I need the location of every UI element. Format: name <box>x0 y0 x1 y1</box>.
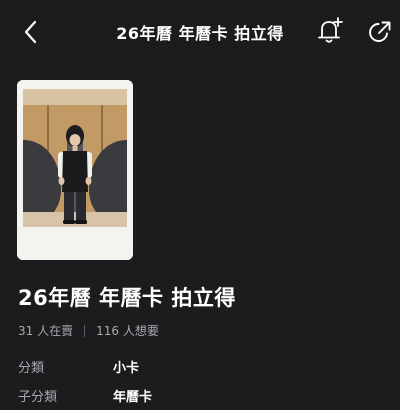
market-stats: 31 人在賣 116 人想要 <box>18 322 159 339</box>
back-button[interactable] <box>18 18 46 46</box>
attribute-row-category: 分類 小卡 <box>18 357 398 377</box>
selling-count[interactable]: 31 人在賣 <box>18 322 73 339</box>
top-navigation-bar: 26年曆 年曆卡 拍立得 <box>0 0 400 62</box>
subcategory-label: 子分類 <box>18 390 58 405</box>
polaroid-photo <box>17 80 133 260</box>
category-value[interactable]: 小卡 <box>113 357 139 376</box>
product-title: 26年曆 年曆卡 拍立得 <box>18 286 236 310</box>
product-detail-screen: 26年曆 年曆卡 拍立得 26年曆 年曆卡 拍立得 31 人在賣 116 人想要… <box>0 0 400 410</box>
wanting-count[interactable]: 116 人想要 <box>96 322 159 339</box>
category-label: 分類 <box>18 361 45 376</box>
notify-button[interactable] <box>316 16 344 46</box>
stats-divider <box>84 324 86 337</box>
bell-plus-icon <box>318 17 343 43</box>
chevron-left-icon <box>24 20 37 44</box>
share-button[interactable] <box>366 18 394 46</box>
subcategory-value[interactable]: 年曆卡 <box>113 386 152 405</box>
attribute-row-subcategory: 子分類 年曆卡 <box>18 386 398 406</box>
product-image[interactable] <box>17 80 133 260</box>
share-arrow-icon <box>369 21 391 42</box>
